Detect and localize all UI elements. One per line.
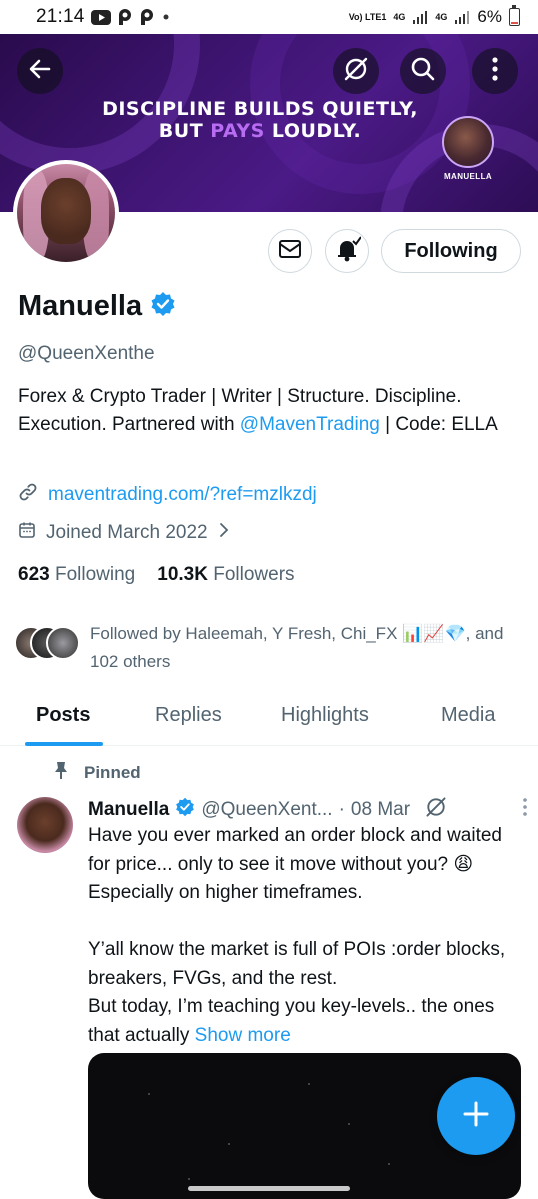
profile-name-row: Manuella	[18, 290, 176, 323]
banner-line1: DISCIPLINE BUILDS QUIETLY,	[102, 98, 418, 120]
battery-percent: 6%	[477, 7, 502, 26]
media-speck	[148, 1093, 150, 1095]
plus-icon	[461, 1099, 491, 1134]
verified-badge-icon	[175, 797, 195, 823]
youtube-icon	[90, 9, 111, 25]
following-button[interactable]: Following	[381, 229, 521, 273]
following-count[interactable]: 623 Following	[18, 564, 135, 586]
status-bar: 21:14 Vo) LTE1 4G 4G 6%	[0, 0, 538, 34]
profile-tabs: Posts Replies Highlights Media	[0, 690, 538, 746]
chevron-right-icon	[218, 521, 230, 545]
media-speck	[228, 1143, 230, 1145]
post-author-handle[interactable]: @QueenXent...	[201, 799, 332, 821]
post-separator: ·	[338, 799, 345, 820]
more-vertical-icon	[491, 56, 499, 87]
bio-mention-link[interactable]: @MavenTrading	[240, 414, 380, 435]
tab-highlights[interactable]: Highlights	[281, 704, 369, 727]
avatar-face	[41, 178, 91, 244]
pinned-label: Pinned	[84, 762, 141, 782]
banner-line2-b: LOUDLY.	[264, 120, 362, 142]
followed-by[interactable]: Followed by Haleemah, Y Fresh, Chi_FX 📊📈…	[14, 620, 510, 676]
following-count-value: 623	[18, 564, 50, 585]
tab-media[interactable]: Media	[441, 704, 495, 727]
following-count-label: Following	[54, 564, 136, 585]
followers-count-label: Followers	[213, 564, 295, 585]
followed-by-avatars	[14, 626, 80, 664]
pinned-label-row: Pinned	[52, 760, 141, 785]
compose-post-button[interactable]	[437, 1077, 515, 1155]
profile-avatar[interactable]	[13, 160, 119, 266]
avatar-image	[17, 164, 115, 262]
battery-icon	[509, 5, 520, 26]
post-author-avatar[interactable]	[17, 797, 73, 853]
post-body[interactable]: Have you ever marked an order block and …	[88, 822, 528, 1050]
signal-icon	[412, 9, 428, 25]
media-speck	[388, 1163, 390, 1165]
message-button[interactable]	[268, 229, 312, 273]
back-button[interactable]	[17, 48, 63, 94]
status-time: 21:14	[36, 6, 85, 27]
pin-icon	[52, 760, 70, 785]
website-row: maventrading.com/?ref=mzlkzdj	[18, 482, 317, 508]
active-tab-indicator	[25, 742, 103, 746]
network-type: 4G	[393, 11, 406, 22]
banner-highlight: PAYS	[210, 120, 265, 142]
post-text: Have you ever marked an order block and …	[88, 825, 506, 1046]
media-speck	[308, 1083, 310, 1085]
calendar-icon	[18, 521, 36, 545]
p-app-icon	[117, 8, 133, 26]
grok-button[interactable]	[333, 48, 379, 94]
joined-date: Joined March 2022	[46, 522, 208, 543]
notifications-button[interactable]	[325, 229, 369, 273]
profile-handle: @QueenXenthe	[18, 343, 155, 364]
notification-dot-icon	[161, 12, 171, 22]
followers-count-value: 10.3K	[157, 564, 208, 585]
battery-fill	[511, 22, 518, 24]
link-icon	[18, 482, 38, 508]
website-link[interactable]: maventrading.com/?ref=mzlkzdj	[48, 484, 317, 506]
arrow-left-icon	[27, 56, 53, 87]
post-more-icon[interactable]	[522, 797, 528, 823]
p-app-icon	[139, 8, 155, 26]
media-speck	[188, 1178, 190, 1180]
tab-replies[interactable]: Replies	[155, 704, 222, 727]
post-author-name[interactable]: Manuella	[88, 799, 169, 821]
verified-badge-icon[interactable]	[150, 291, 176, 322]
followers-count[interactable]: 10.3K Followers	[157, 564, 294, 586]
banner-avatar	[442, 116, 494, 168]
search-button[interactable]	[400, 48, 446, 94]
joined-row[interactable]: Joined March 2022	[18, 521, 230, 545]
follow-counts: 623 Following 10.3K Followers	[18, 564, 295, 586]
more-options-button[interactable]	[472, 48, 518, 94]
slash-circle-icon[interactable]	[424, 795, 448, 825]
search-icon	[410, 56, 436, 87]
show-more-link[interactable]: Show more	[195, 1025, 291, 1046]
follower-avatar	[46, 626, 80, 660]
tab-posts[interactable]: Posts	[36, 704, 90, 727]
post-header: Manuella @QueenXent... · 08 Mar	[88, 795, 528, 825]
followed-by-text: Followed by Haleemah, Y Fresh, Chi_FX 📊📈…	[90, 624, 504, 671]
profile-bio: Forex & Crypto Trader | Writer | Structu…	[18, 383, 523, 439]
mail-icon	[278, 239, 302, 264]
network-type: 4G	[435, 11, 448, 22]
signal-icon	[454, 9, 470, 25]
banner-avatar-caption: MANUELLA	[443, 172, 493, 181]
banner-line2-a: BUT	[158, 120, 211, 142]
media-speck	[348, 1123, 350, 1125]
profile-name: Manuella	[18, 290, 143, 322]
volte-indicator: Vo) LTE1	[348, 11, 387, 22]
home-indicator[interactable]	[188, 1186, 350, 1191]
post-date[interactable]: 08 Mar	[351, 799, 410, 821]
bio-text-end: | Code: ELLA	[379, 414, 498, 435]
slash-circle-icon	[342, 55, 370, 88]
bell-check-icon	[333, 235, 362, 268]
